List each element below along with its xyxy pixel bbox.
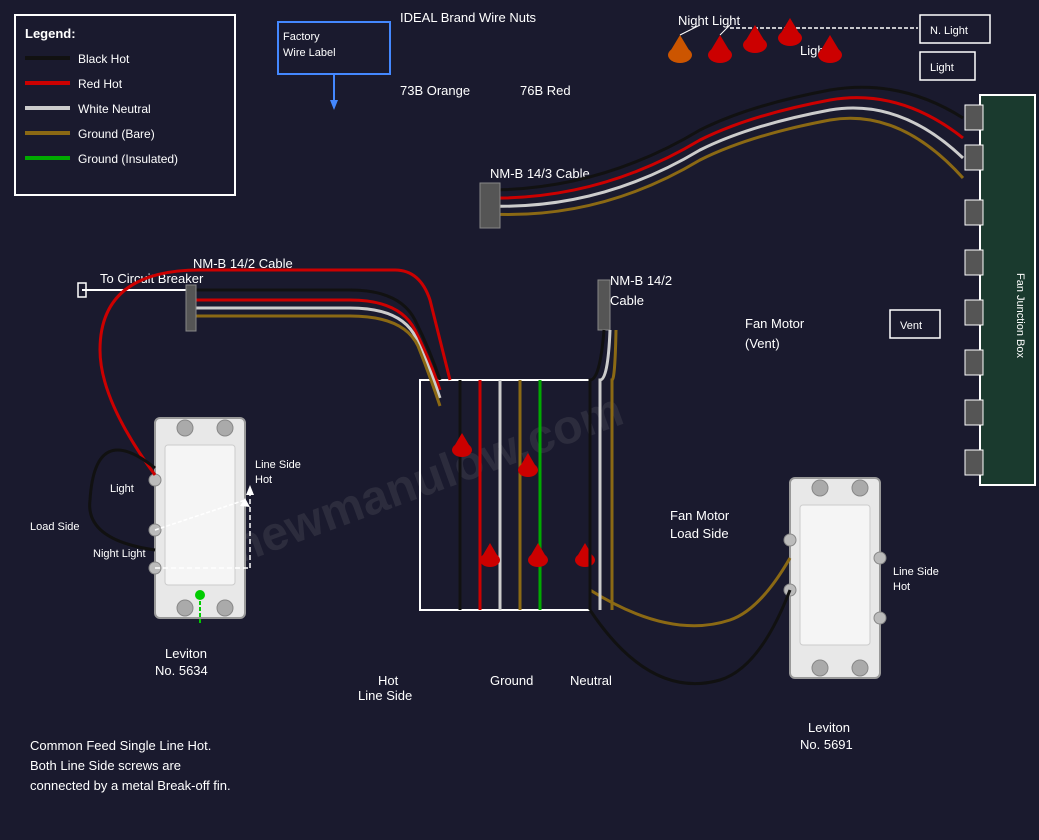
wire-73b: 73B Orange <box>400 83 470 98</box>
legend-green: Ground (Insulated) <box>78 152 178 166</box>
common-feed-1: Common Feed Single Line Hot. <box>30 738 211 753</box>
hot-line-side2: Line Side <box>358 688 412 703</box>
common-feed-3: connected by a metal Break-off fin. <box>30 778 231 793</box>
leviton-5691-1: Leviton <box>808 720 850 735</box>
nmb-142-right: NM-B 14/2 <box>610 273 672 288</box>
nmb-143: NM-B 14/3 Cable <box>490 166 590 181</box>
legend-white: White Neutral <box>78 102 151 116</box>
fan-motor-vent2: (Vent) <box>745 336 780 351</box>
factory-label-1: Factory <box>283 31 320 43</box>
fan-junction-box: Fan Junction Box <box>1014 273 1026 358</box>
night-light-left: Night Light <box>93 548 146 560</box>
line-side-hot-left1: Line Side <box>255 459 301 471</box>
fan-motor-load2: Load Side <box>670 526 729 541</box>
light-box: Light <box>930 62 954 74</box>
neutral-label: Neutral <box>570 673 612 688</box>
load-side: Load Side <box>30 521 80 533</box>
leviton-5691-2: No. 5691 <box>800 737 853 752</box>
legend-brown: Ground (Bare) <box>78 127 155 141</box>
leviton-5634-2: No. 5634 <box>155 663 208 678</box>
to-circuit-breaker: To Circuit Breaker <box>100 271 204 286</box>
common-feed-2: Both Line Side screws are <box>30 758 181 773</box>
line-side-hot-right1: Line Side <box>893 566 939 578</box>
hot-line-side1: Hot <box>378 673 399 688</box>
diagram-container: newmanulow.com Legend: Black Hot Red Hot… <box>0 0 1039 840</box>
fan-motor-vent: Fan Motor <box>745 316 805 331</box>
line-side-hot-left2: Hot <box>255 474 272 486</box>
nmb-142-right2: Cable <box>610 293 644 308</box>
wire-76b: 76B Red <box>520 83 571 98</box>
n-light: N. Light <box>930 25 968 37</box>
fan-motor-load: Fan Motor <box>670 508 730 523</box>
ground-label: Ground <box>490 673 533 688</box>
factory-label-2: Wire Label <box>283 47 336 59</box>
legend-red: Red Hot <box>78 77 123 91</box>
line-side-hot-right2: Hot <box>893 581 910 593</box>
legend-black: Black Hot <box>78 52 130 66</box>
leviton-5634-1: Leviton <box>165 646 207 661</box>
night-light-top: Night Light <box>678 13 741 28</box>
ideal-brand: IDEAL Brand Wire Nuts <box>400 10 537 25</box>
light-left: Light <box>110 483 134 495</box>
vent: Vent <box>900 320 922 332</box>
legend-title: Legend: <box>25 26 76 41</box>
